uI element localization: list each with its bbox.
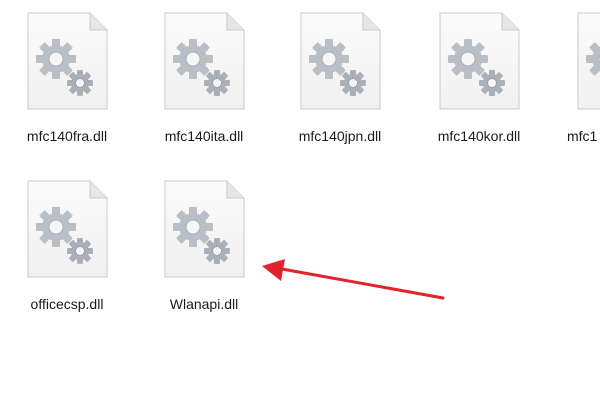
- file-item-wlanapi[interactable]: Wlanapi.dll: [139, 180, 269, 320]
- dll-file-icon: [163, 180, 245, 278]
- file-name: mfc140kor.dll: [437, 128, 521, 144]
- file-item-mfc140ita[interactable]: mfc140ita.dll: [139, 12, 269, 152]
- file-item-mfc140fra[interactable]: mfc140fra.dll: [2, 12, 132, 152]
- dll-file-icon: [26, 12, 108, 110]
- file-item-mfc140kor[interactable]: mfc140kor.dll: [414, 12, 544, 152]
- file-item-officecsp[interactable]: officecsp.dll: [2, 180, 132, 320]
- dll-file-icon: [299, 12, 381, 110]
- file-name: mfc140jpn.dll: [298, 128, 382, 144]
- dll-file-icon: [163, 12, 245, 110]
- file-name: mfc140ita.dll: [164, 128, 244, 144]
- file-name: officecsp.dll: [30, 296, 104, 312]
- file-name: Wlanapi.dll: [169, 296, 239, 312]
- file-item-mfc140jpn[interactable]: mfc140jpn.dll: [275, 12, 405, 152]
- file-name: mfc1: [567, 128, 598, 144]
- file-name: mfc140fra.dll: [26, 128, 108, 144]
- dll-file-icon: [576, 12, 600, 110]
- dll-file-icon: [26, 180, 108, 278]
- dll-file-icon: [438, 12, 520, 110]
- file-item-mfc1-partial[interactable]: mfc1: [550, 12, 600, 152]
